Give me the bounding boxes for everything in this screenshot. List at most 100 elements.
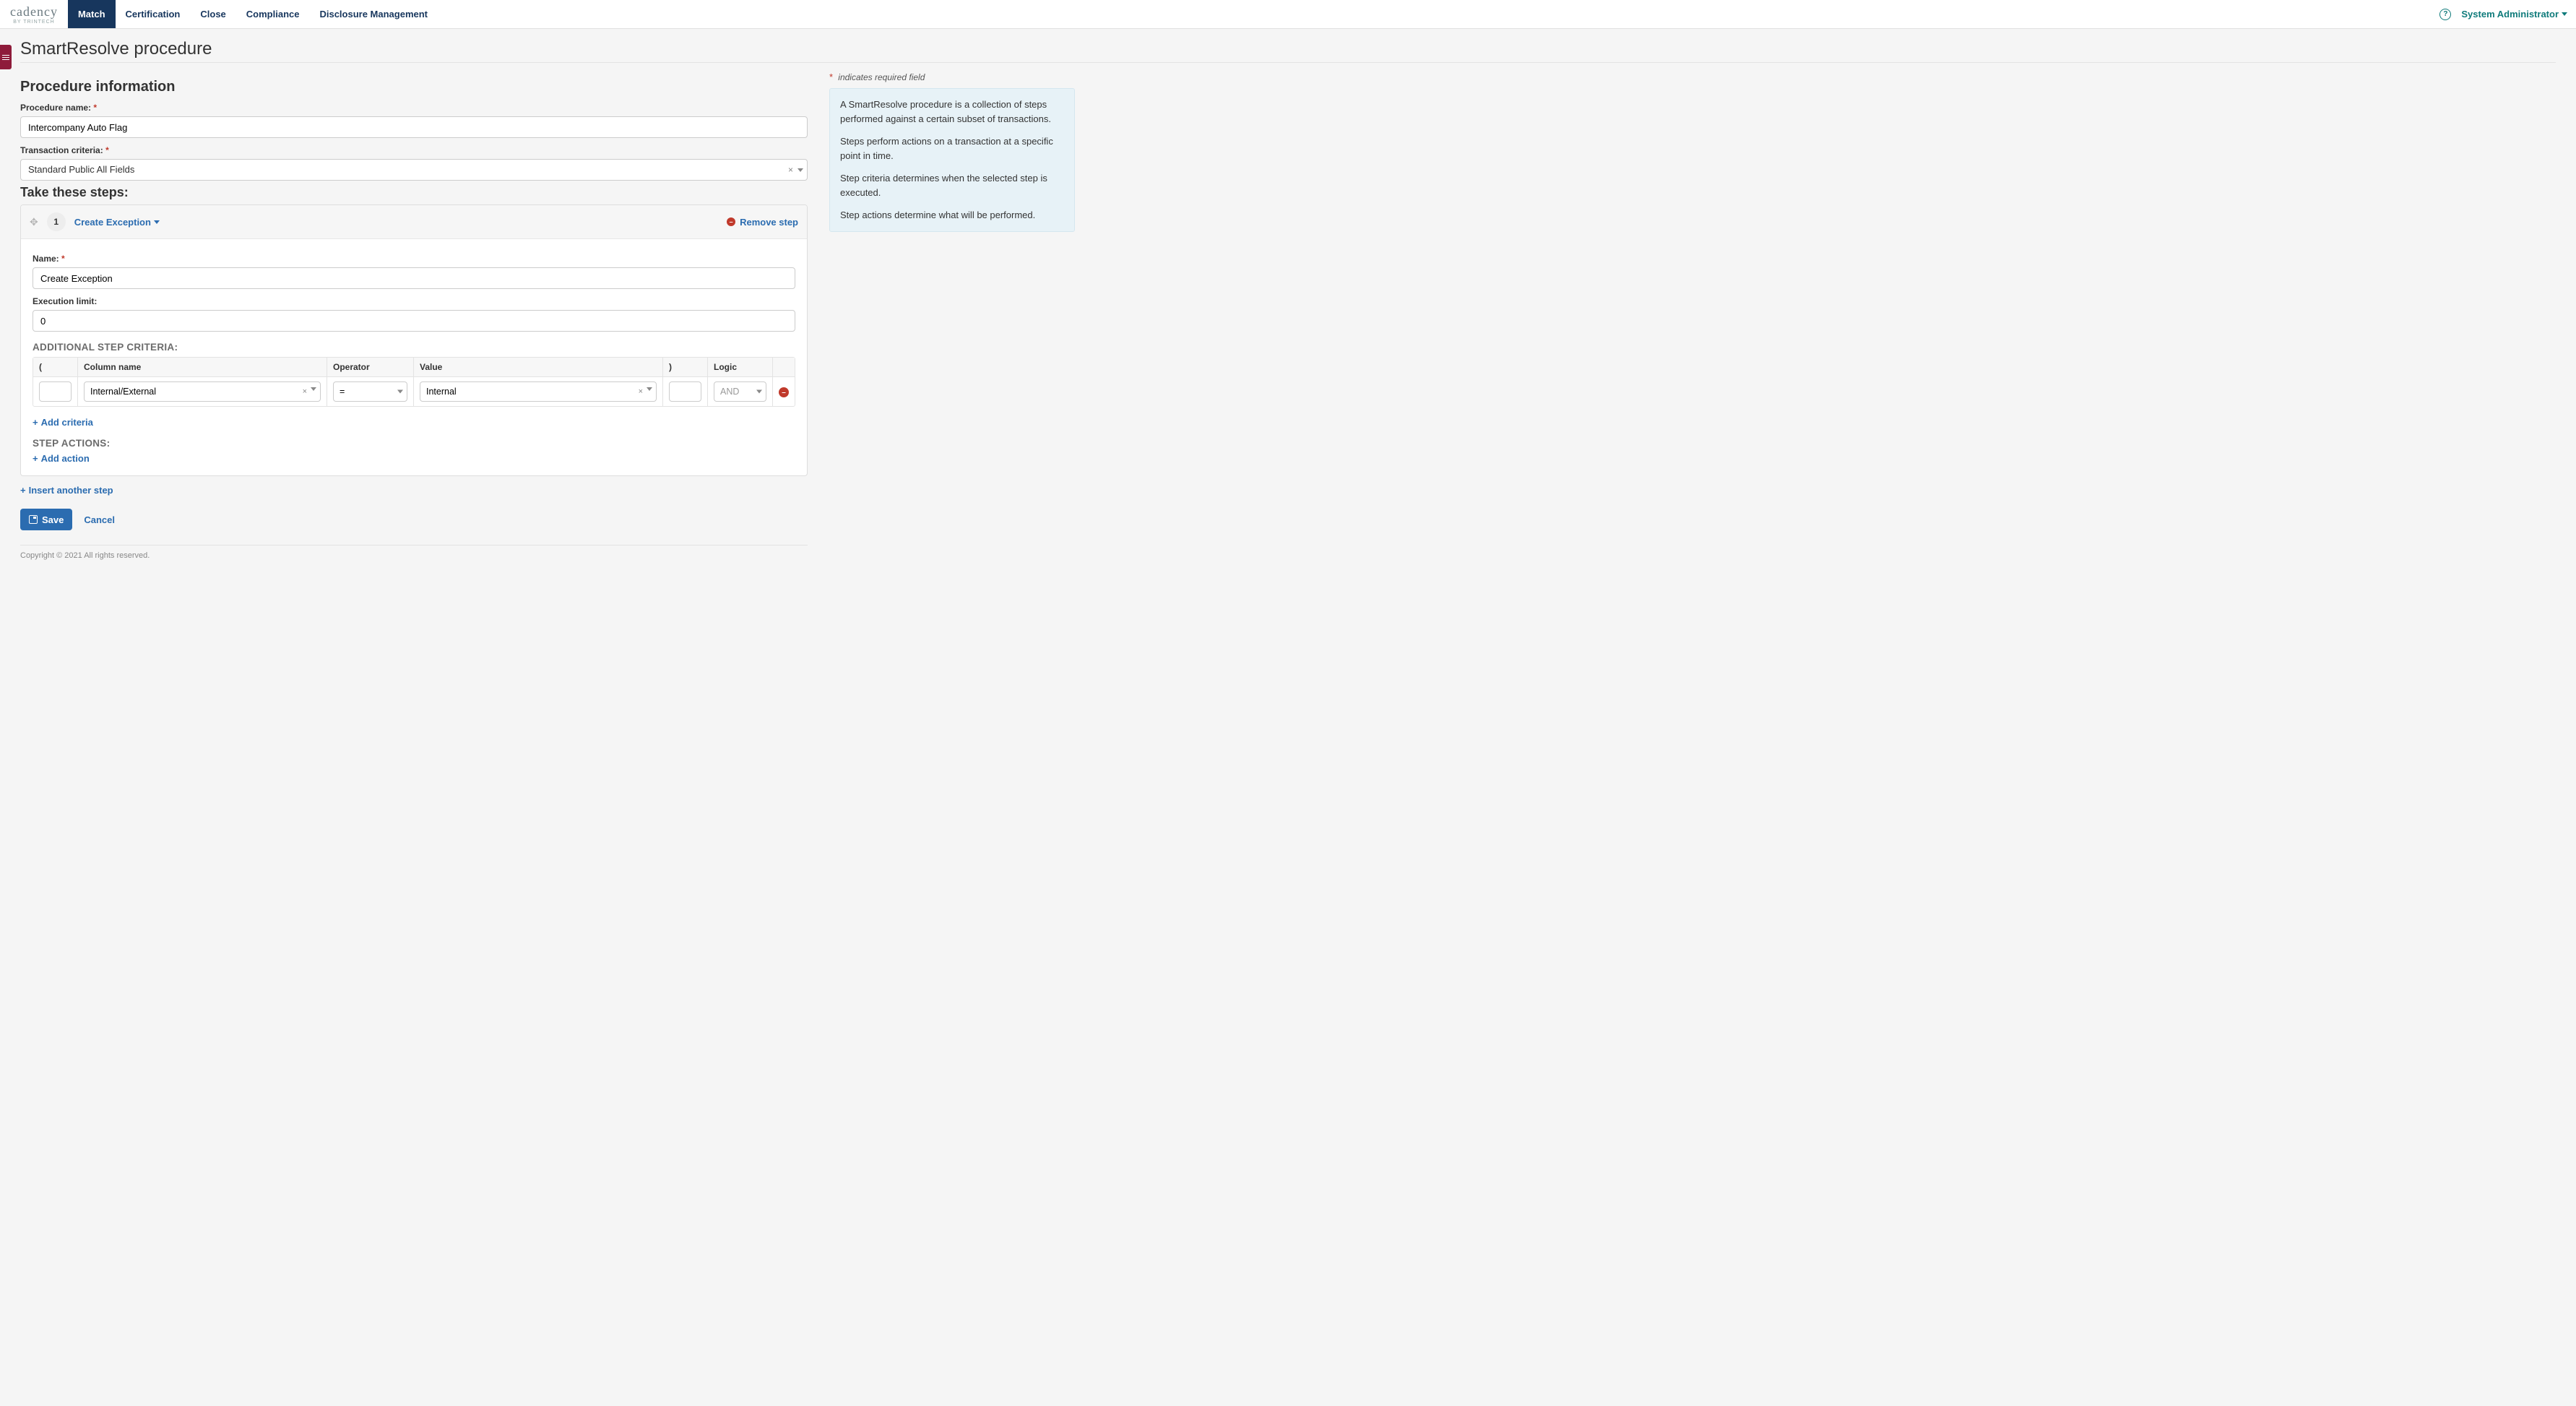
add-action-label: Add action <box>41 453 90 464</box>
procedure-name-input[interactable] <box>20 116 808 138</box>
info-p3: Step criteria determines when the select… <box>840 171 1064 199</box>
save-button[interactable]: Save <box>20 509 72 530</box>
transaction-criteria-select[interactable]: Standard Public All Fields × <box>20 159 808 181</box>
column-name-value <box>84 381 321 402</box>
required-star: * <box>61 254 65 264</box>
save-label: Save <box>42 514 64 525</box>
step-type-dropdown[interactable]: Create Exception <box>74 217 160 228</box>
required-star: * <box>829 72 833 82</box>
user-menu[interactable]: System Administrator <box>2461 9 2567 20</box>
operator-value <box>333 381 407 402</box>
required-star: * <box>105 145 109 155</box>
drag-handle-icon[interactable]: ✥ <box>30 216 38 228</box>
clear-icon[interactable]: × <box>788 165 793 175</box>
top-navbar: cadency BY TRINTECH Match Certification … <box>0 0 2576 29</box>
col-close-paren: ) <box>663 358 708 377</box>
step-card: ✥ 1 Create Exception – Remove step Name:… <box>20 204 808 476</box>
user-menu-label: System Administrator <box>2461 9 2559 20</box>
insert-step-label: Insert another step <box>29 485 113 496</box>
chevron-down-icon <box>2562 12 2567 16</box>
required-note: * indicates required field <box>829 72 1075 82</box>
col-open-paren: ( <box>33 358 78 377</box>
col-remove <box>773 358 795 377</box>
step-body: Name: * Execution limit: ADDITIONAL STEP… <box>21 239 807 475</box>
open-paren-input[interactable] <box>39 381 72 402</box>
criteria-table: ( Column name Operator Value ) Logic <box>33 357 795 407</box>
save-icon <box>29 515 38 524</box>
heading-additional-criteria: ADDITIONAL STEP CRITERIA: <box>33 342 795 353</box>
nav-tab-label: Disclosure Management <box>319 9 428 20</box>
nav-tabs: Match Certification Close Compliance Dis… <box>68 0 438 28</box>
value-value <box>420 381 657 402</box>
label-procedure-name: Procedure name: * <box>20 103 808 113</box>
column-name-select[interactable]: × <box>84 381 321 402</box>
nav-tab-label: Match <box>78 9 105 20</box>
form-actions: Save Cancel <box>20 509 808 530</box>
step-header: ✥ 1 Create Exception – Remove step <box>21 205 807 239</box>
chevron-down-icon[interactable] <box>798 168 803 172</box>
page-title: SmartResolve procedure <box>20 39 2556 59</box>
nav-tab-label: Close <box>200 9 225 20</box>
remove-step-link[interactable]: Remove step <box>740 217 798 228</box>
info-p1: A SmartResolve procedure is a collection… <box>840 98 1064 126</box>
footer-copyright: Copyright © 2021 All rights reserved. <box>20 551 808 560</box>
chevron-down-icon[interactable] <box>647 387 652 391</box>
side-column: * indicates required field A SmartResolv… <box>829 72 1075 560</box>
hamburger-icon <box>2 55 9 60</box>
chevron-down-icon[interactable] <box>311 387 316 391</box>
plus-icon: + <box>20 485 26 496</box>
logic-select[interactable] <box>714 381 766 402</box>
value-select[interactable]: × <box>420 381 657 402</box>
chevron-down-icon[interactable] <box>756 390 762 394</box>
nav-tab-compliance[interactable]: Compliance <box>236 0 310 28</box>
cancel-label: Cancel <box>84 514 115 525</box>
clear-icon[interactable]: × <box>303 387 307 396</box>
section-procedure-info: Procedure information <box>20 79 808 95</box>
info-p2: Steps perform actions on a transaction a… <box>840 134 1064 163</box>
criteria-row: × <box>33 377 795 406</box>
brand-name: cadency <box>10 4 58 20</box>
step-type-label: Create Exception <box>74 217 151 228</box>
col-operator: Operator <box>327 358 414 377</box>
nav-tab-certification[interactable]: Certification <box>116 0 191 28</box>
heading-step-actions: STEP ACTIONS: <box>33 438 795 449</box>
info-p4: Step actions determine what will be perf… <box>840 208 1064 223</box>
plus-icon: + <box>33 417 38 428</box>
label-text: Transaction criteria: <box>20 145 103 155</box>
title-rule <box>20 62 2556 63</box>
col-value: Value <box>414 358 663 377</box>
add-action-link[interactable]: + Add action <box>33 453 795 464</box>
nav-tab-match[interactable]: Match <box>68 0 116 28</box>
col-logic: Logic <box>708 358 773 377</box>
help-icon[interactable]: ? <box>2439 9 2451 20</box>
execution-limit-input[interactable] <box>33 310 795 332</box>
brand-logo: cadency BY TRINTECH <box>0 4 68 25</box>
step-name-input[interactable] <box>33 267 795 289</box>
step-number-badge: 1 <box>47 212 66 231</box>
add-criteria-link[interactable]: + Add criteria <box>33 417 795 428</box>
info-panel: A SmartResolve procedure is a collection… <box>829 88 1075 232</box>
add-criteria-label: Add criteria <box>41 417 93 428</box>
remove-step-label: Remove step <box>740 217 798 228</box>
transaction-criteria-value: Standard Public All Fields <box>20 159 808 181</box>
label-text: Execution limit: <box>33 296 97 306</box>
criteria-header-row: ( Column name Operator Value ) Logic <box>33 358 795 377</box>
page: SmartResolve procedure Procedure informa… <box>0 29 2576 574</box>
required-star: * <box>93 103 97 113</box>
operator-select[interactable] <box>333 381 407 402</box>
cancel-link[interactable]: Cancel <box>84 514 115 525</box>
remove-criteria-row-button[interactable]: – <box>779 387 789 397</box>
chevron-down-icon[interactable] <box>397 390 403 394</box>
required-note-text: indicates required field <box>838 72 925 82</box>
nav-tab-close[interactable]: Close <box>190 0 235 28</box>
close-paren-input[interactable] <box>669 381 701 402</box>
col-column-name: Column name <box>78 358 327 377</box>
insert-step-link[interactable]: + Insert another step <box>20 485 808 496</box>
chevron-down-icon <box>154 220 160 224</box>
brand-byline: BY TRINTECH <box>13 20 54 25</box>
clear-icon[interactable]: × <box>639 387 643 396</box>
nav-tab-disclosure[interactable]: Disclosure Management <box>309 0 438 28</box>
sidebar-toggle[interactable] <box>0 45 12 69</box>
section-take-steps: Take these steps: <box>20 185 808 200</box>
label-text: Name: <box>33 254 59 264</box>
